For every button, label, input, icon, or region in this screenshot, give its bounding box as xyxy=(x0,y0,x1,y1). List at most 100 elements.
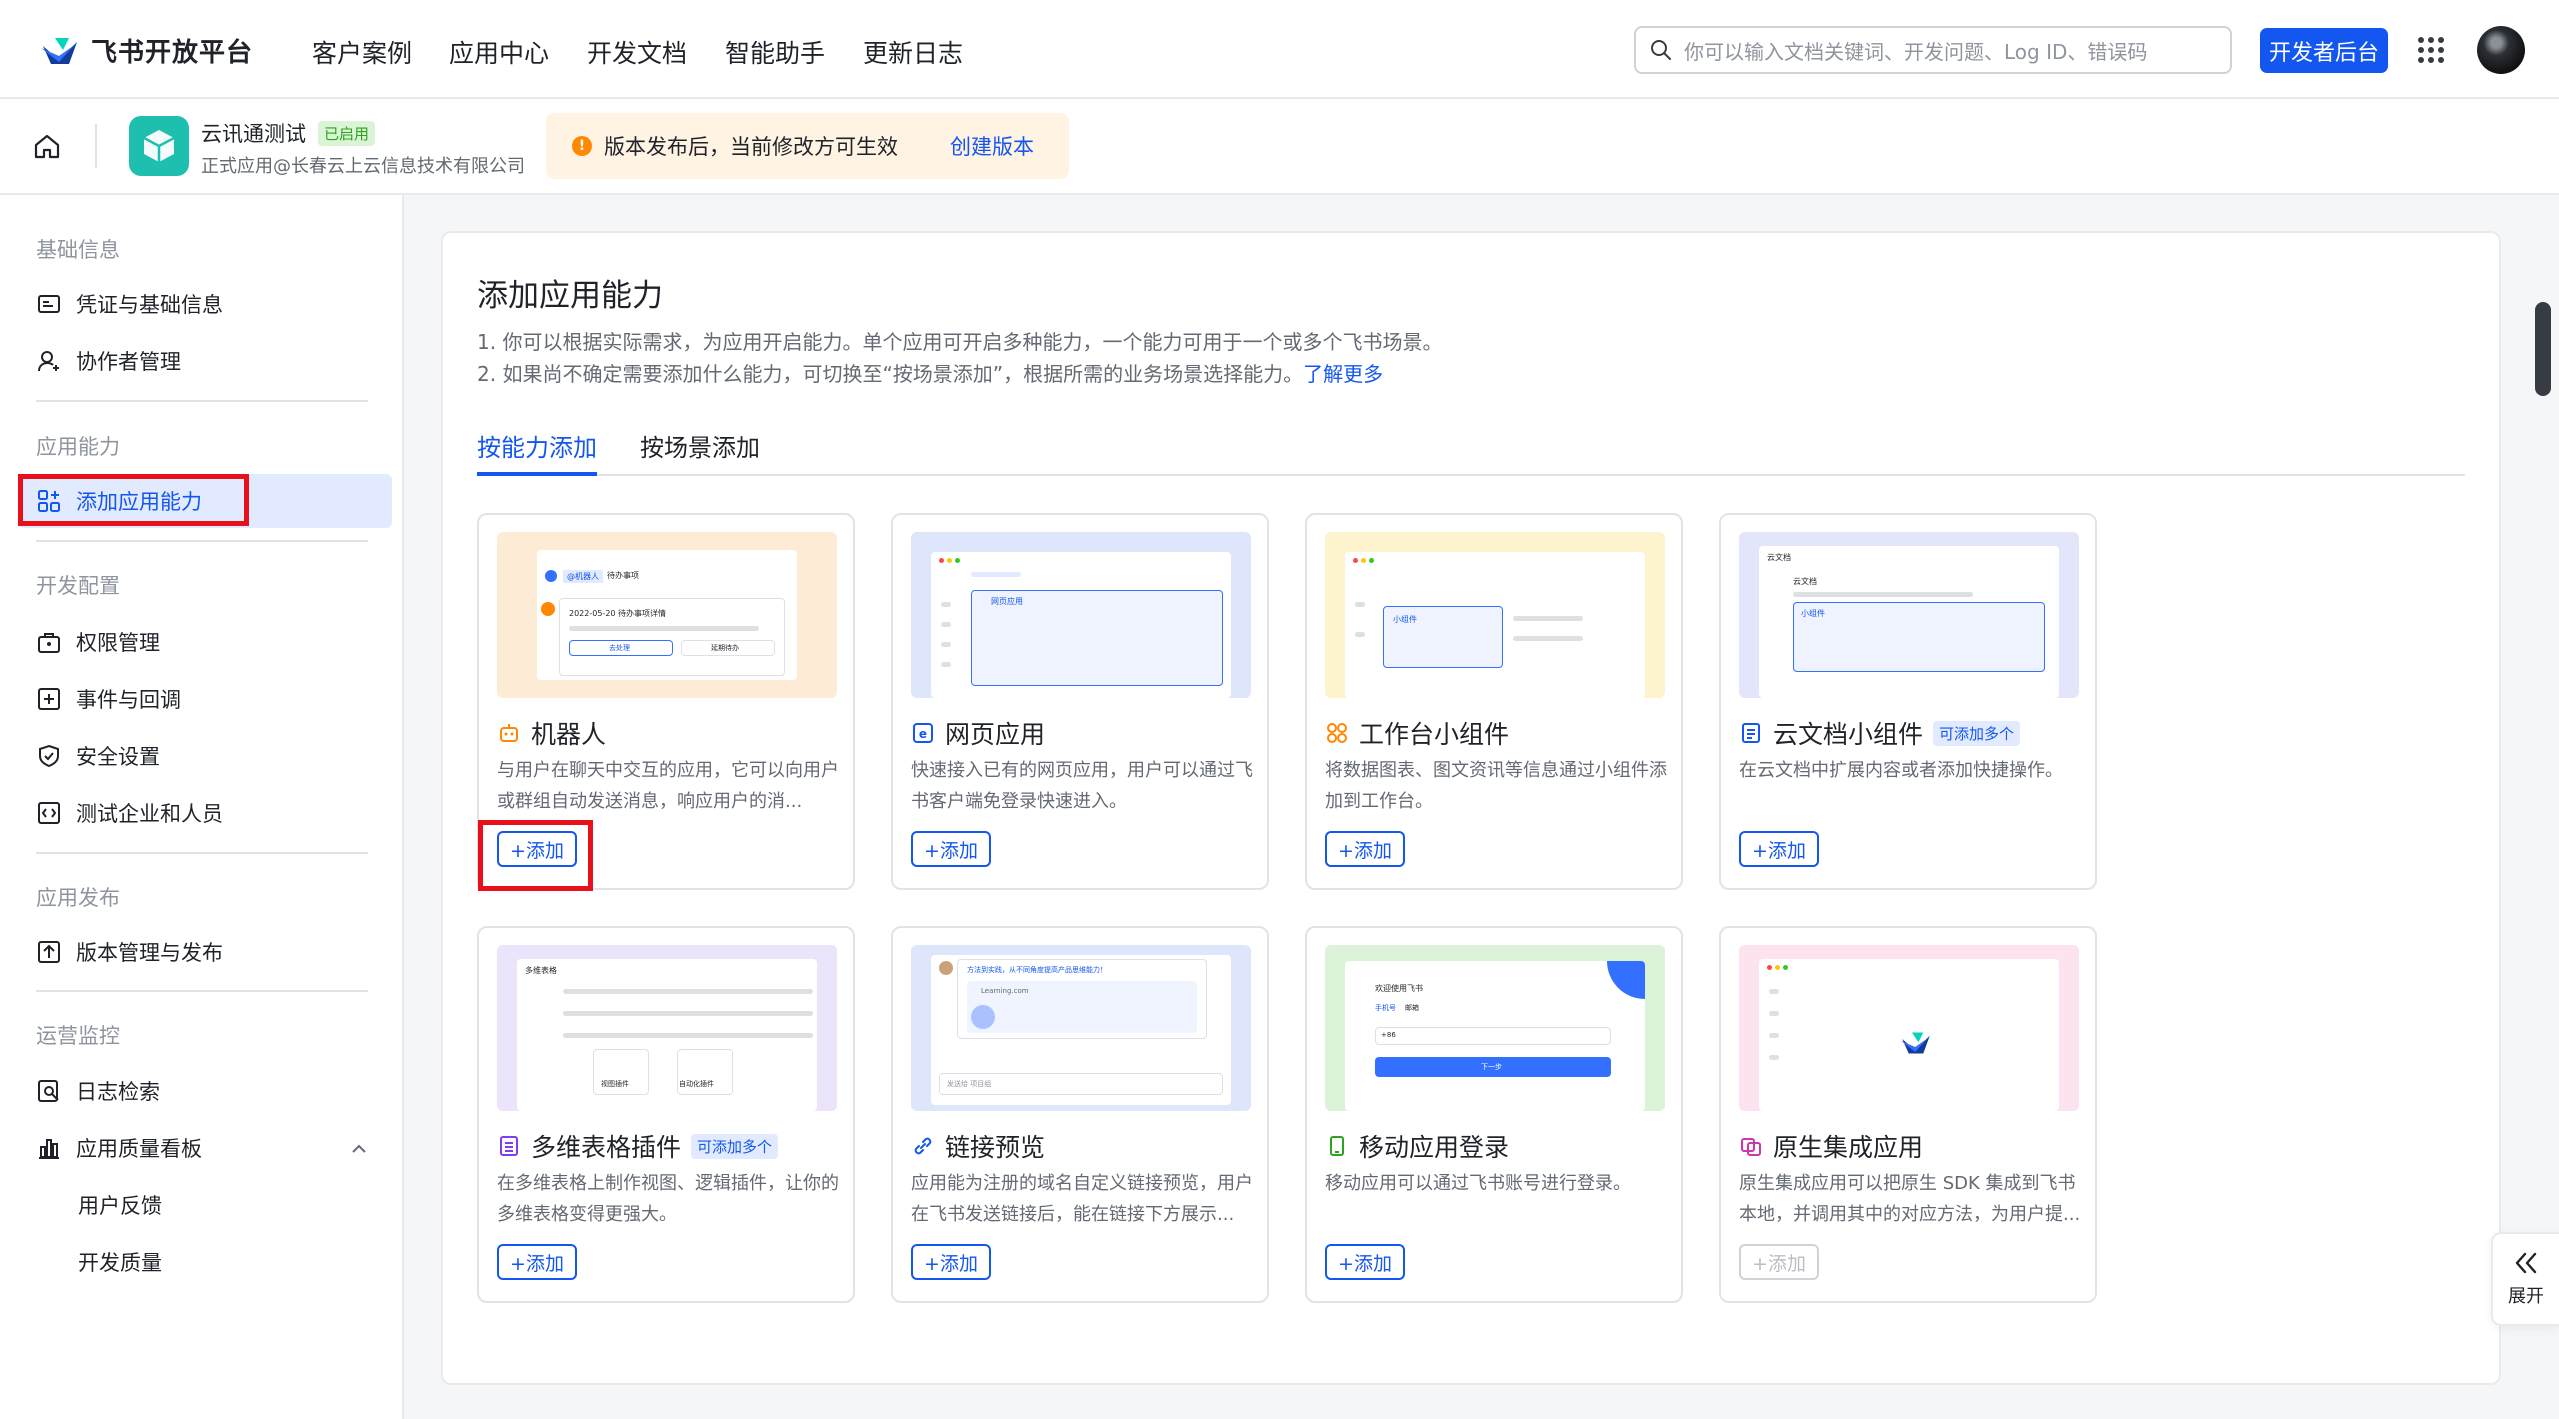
description-text: 2. 如果尚不确定需要添加什么能力，可切换至“按场景添加”，根据所需的业务场景选… xyxy=(477,362,1304,386)
create-version-link[interactable]: 创建版本 xyxy=(950,131,1034,161)
upload-icon xyxy=(38,941,60,963)
add-link-preview-button[interactable]: +添加 xyxy=(911,1244,991,1280)
sidebar-item-credentials[interactable]: 凭证与基础信息 xyxy=(36,289,223,319)
header-divider xyxy=(95,124,97,168)
learn-more-link[interactable]: 了解更多 xyxy=(1303,362,1383,386)
sidebar-divider xyxy=(36,990,368,992)
top-navigation-bar: 飞书开放平台 客户案例 应用中心 开发文档 智能助手 更新日志 你可以输入文档关… xyxy=(0,0,2559,99)
sidebar-item-test-users[interactable]: 测试企业和人员 xyxy=(36,798,223,828)
search-placeholder: 你可以输入文档关键词、开发问题、Log ID、错误码 xyxy=(1684,39,2148,64)
sidebar-item-version[interactable]: 版本管理与发布 xyxy=(36,937,223,967)
feishu-logo[interactable]: 飞书开放平台 xyxy=(39,32,253,69)
card-description: 原生集成应用可以把原生 SDK 集成到飞书本地，并调用其中的对应方法，为用户提.… xyxy=(1739,1173,2081,1225)
preview-line xyxy=(569,626,759,631)
link-preview-image: 方法到实践，从不同角度提高产品思维能力！ Learning.com 发送给 项目… xyxy=(911,945,1251,1111)
web-icon: e xyxy=(913,723,933,743)
preview-image-dot xyxy=(971,1005,995,1029)
capability-card-native-integration: 原生集成应用 原生集成应用可以把原生 SDK 集成到飞书本地，并调用其中的对应方… xyxy=(1719,926,2097,1303)
sidebar-item-events[interactable]: 事件与回调 xyxy=(36,684,181,714)
expand-panel-button[interactable]: 展开 xyxy=(2491,1232,2559,1326)
search-input[interactable]: 你可以输入文档关键词、开发问题、Log ID、错误码 xyxy=(1634,26,2232,74)
highlight-box-sidebar xyxy=(18,474,249,526)
preview-dot xyxy=(1369,558,1374,563)
sidebar-subitem-feedback[interactable]: 用户反馈 xyxy=(78,1190,162,1220)
nav-customer-cases[interactable]: 客户案例 xyxy=(312,34,412,70)
tab-by-scenario[interactable]: 按场景添加 xyxy=(640,428,760,463)
add-mobile-login-button[interactable]: +添加 xyxy=(1325,1244,1405,1280)
preview-phone-input xyxy=(1375,1027,1611,1045)
app-grid-icon[interactable] xyxy=(2418,37,2444,63)
card-title-text: 云文档小组件 xyxy=(1773,720,1924,749)
preview-text: 下一步 xyxy=(1481,1063,1502,1071)
mobile-icon xyxy=(1330,1136,1344,1156)
preview-text: 2022-05-20 待办事项详情 xyxy=(569,609,667,618)
sidebar-item-label: 日志检索 xyxy=(76,1080,160,1104)
developer-console-button[interactable]: 开发者后台 xyxy=(2260,28,2388,73)
add-workplace-widget-button[interactable]: +添加 xyxy=(1325,831,1405,867)
card-title: 多维表格插件 可添加多个 xyxy=(497,1128,779,1164)
preview-line xyxy=(1355,602,1365,607)
preview-text: +86 xyxy=(1381,1031,1396,1039)
base-plugin-preview-image: 多维表格 视图插件 自动化插件 xyxy=(497,945,837,1111)
bot-preview-image: @机器人 待办事项 2022-05-20 待办事项详情 去处理 延期待办 xyxy=(497,532,837,698)
card-title-text: 机器人 xyxy=(531,720,607,749)
tab-by-capability[interactable]: 按能力添加 xyxy=(477,428,597,463)
scrollbar-thumb[interactable] xyxy=(2535,302,2551,396)
preview-text: 小组件 xyxy=(1393,615,1417,624)
preview-line xyxy=(563,1033,813,1038)
add-doc-widget-button[interactable]: +添加 xyxy=(1739,831,1819,867)
add-native-integration-button[interactable]: +添加 xyxy=(1739,1244,1819,1280)
sidebar-divider xyxy=(36,852,368,854)
sidebar-item-collaborators[interactable]: 协作者管理 xyxy=(36,346,181,376)
expand-label: 展开 xyxy=(2508,1286,2544,1307)
sidebar-item-quality-board[interactable]: 应用质量看板 xyxy=(36,1133,202,1163)
robot-icon xyxy=(500,724,518,742)
preview-text: 邮箱 xyxy=(1405,1004,1419,1012)
card-title: 原生集成应用 xyxy=(1739,1128,1923,1164)
warning-icon: ! xyxy=(572,136,592,156)
user-add-icon xyxy=(38,351,59,372)
sidebar-subitem-dev-quality[interactable]: 开发质量 xyxy=(78,1247,162,1277)
doc-widget-preview-image: 云文档 云文档 小组件 xyxy=(1739,532,2079,698)
notice-text: 版本发布后，当前修改方可生效 xyxy=(604,135,898,159)
nav-dev-docs[interactable]: 开发文档 xyxy=(587,34,687,70)
capability-card-link-preview: 方法到实践，从不同角度提高产品思维能力！ Learning.com 发送给 项目… xyxy=(891,926,1269,1303)
home-icon[interactable] xyxy=(32,131,62,161)
card-description: 应用能为注册的域名自定义链接预览，用户在飞书发送链接后，能在链接下方展示... xyxy=(911,1173,1253,1225)
feishu-logo-icon xyxy=(1900,1032,1930,1054)
preview-text: 多维表格 xyxy=(525,966,557,975)
add-base-plugin-button[interactable]: +添加 xyxy=(497,1244,577,1280)
tab-active-indicator xyxy=(477,472,597,476)
preview-text: @机器人 xyxy=(563,570,603,583)
app-header-bar xyxy=(0,99,2559,195)
card-description: 在多维表格上制作视图、逻辑插件，让你的多维表格变得更强大。 xyxy=(497,1173,839,1225)
nav-ai-assistant[interactable]: 智能助手 xyxy=(725,34,825,70)
code-box-icon xyxy=(38,802,60,824)
sidebar-item-permissions[interactable]: 权限管理 xyxy=(36,627,160,657)
user-avatar[interactable] xyxy=(2477,26,2525,74)
brand-name: 飞书开放平台 xyxy=(91,38,254,68)
sidebar-item-log-search[interactable]: 日志检索 xyxy=(36,1076,160,1106)
nav-changelog[interactable]: 更新日志 xyxy=(863,34,963,70)
sidebar-group-dev-config: 开发配置 xyxy=(36,574,120,598)
add-web-app-button[interactable]: +添加 xyxy=(911,831,991,867)
sidebar-item-label: 应用质量看板 xyxy=(76,1137,202,1161)
chevron-up-icon[interactable] xyxy=(350,1140,368,1158)
preview-dot xyxy=(1767,965,1772,970)
preview-widget-box xyxy=(1793,602,2045,672)
feishu-logo-icon xyxy=(41,37,77,64)
preview-line xyxy=(1355,632,1365,637)
preview-line xyxy=(1793,592,1973,597)
preview-text: 手机号 xyxy=(1375,1004,1396,1012)
card-title: 机器人 xyxy=(497,715,606,751)
nav-app-center[interactable]: 应用中心 xyxy=(449,34,549,70)
capability-card-mobile-login: 欢迎使用飞书 手机号 邮箱 +86 下一步 移动应用登录 移动应用可以通过飞书账… xyxy=(1305,926,1683,1303)
capability-card-web-app: 网页应用 e 网页应用 快速接入已有的网页应用，用户可以通过飞书客户端免登录快速… xyxy=(891,513,1269,890)
preview-text: 待办事项 xyxy=(607,571,639,580)
preview-text: Learning.com xyxy=(981,987,1029,995)
preview-text: 云文档 xyxy=(1767,553,1791,562)
preview-line xyxy=(1769,1055,1779,1060)
preview-line xyxy=(1769,1011,1779,1016)
preview-line xyxy=(1769,989,1779,994)
sidebar-item-security[interactable]: 安全设置 xyxy=(36,741,160,771)
